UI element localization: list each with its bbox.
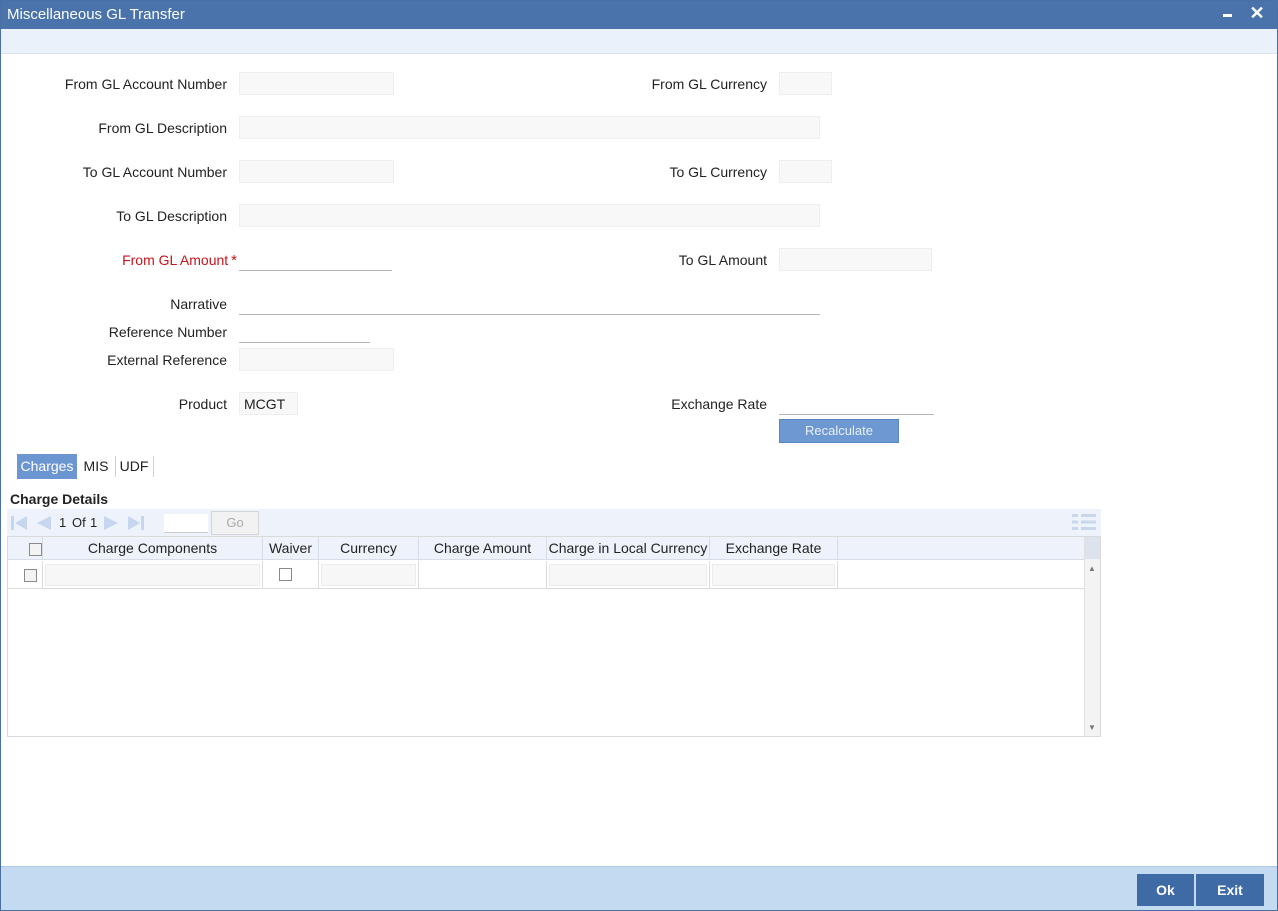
charge-amount-input[interactable] — [421, 564, 544, 586]
column-header[interactable]: Exchange Rate — [710, 537, 838, 560]
previous-page-icon[interactable] — [33, 513, 53, 533]
tab-udf[interactable]: UDF — [117, 454, 151, 479]
tab-charges[interactable]: Charges — [17, 454, 77, 479]
header-strip — [1, 29, 1277, 54]
grid-toolbar: 1 Of 1 Go — [7, 509, 1101, 536]
list-view-icon[interactable] — [1071, 512, 1097, 532]
window: Miscellaneous GL Transfer ✕ From GL Acco… — [0, 0, 1278, 911]
tab-mis[interactable]: MIS — [79, 454, 113, 479]
to-gl-description-label: To GL Description — [116, 208, 227, 224]
column-header[interactable]: Charge in Local Currency — [547, 537, 710, 560]
tab-divider — [153, 456, 154, 477]
external-reference-field[interactable] — [239, 348, 394, 371]
last-page-icon[interactable] — [126, 513, 146, 533]
grid-scrollbar[interactable]: ▲ ▼ — [1084, 537, 1100, 736]
currency-cell — [319, 561, 419, 589]
exchange-rate-input[interactable] — [779, 392, 934, 415]
from-gl-currency-field[interactable] — [779, 72, 832, 95]
to-gl-currency-label: To GL Currency — [669, 164, 767, 180]
window-title: Miscellaneous GL Transfer — [7, 6, 185, 23]
pager-total: 1 — [90, 515, 98, 530]
tab-divider — [115, 456, 116, 477]
currency-field[interactable] — [321, 564, 416, 586]
close-icon[interactable]: ✕ — [1247, 3, 1267, 23]
exit-button[interactable]: Exit — [1196, 874, 1264, 906]
narrative-label: Narrative — [170, 296, 227, 312]
reference-number-label: Reference Number — [108, 324, 227, 340]
page-number-input[interactable] — [164, 514, 208, 533]
column-header[interactable]: Currency — [319, 537, 419, 560]
from-gl-description-label: From GL Description — [98, 120, 227, 136]
product-label: Product — [178, 396, 227, 412]
to-gl-account-number-field[interactable] — [239, 160, 394, 183]
column-header[interactable]: Charge Amount — [419, 537, 547, 560]
narrative-input[interactable] — [239, 292, 820, 315]
table-row — [8, 561, 1084, 589]
external-reference-label: External Reference — [107, 352, 227, 368]
required-marker: * — [231, 252, 237, 269]
charge-local-currency-field[interactable] — [549, 564, 707, 586]
row-select-cell — [8, 561, 43, 589]
to-gl-amount-label: To GL Amount — [678, 252, 767, 268]
row-exchange-rate-field[interactable] — [712, 564, 835, 586]
minimize-icon[interactable] — [1217, 3, 1237, 23]
charge-component-cell — [43, 561, 263, 589]
from-gl-account-number-label: From GL Account Number — [64, 76, 227, 92]
next-page-icon[interactable] — [102, 513, 122, 533]
column-header[interactable]: Waiver — [263, 537, 319, 560]
reference-number-input[interactable] — [239, 320, 370, 343]
exchange-rate-label: Exchange Rate — [671, 396, 767, 412]
scroll-up-icon[interactable]: ▲ — [1088, 564, 1096, 573]
ok-button[interactable]: Ok — [1137, 874, 1194, 906]
to-gl-currency-field[interactable] — [779, 160, 832, 183]
charge-details-title: Charge Details — [10, 491, 109, 507]
select-all-checkbox[interactable] — [29, 543, 42, 556]
to-gl-amount-field[interactable] — [779, 248, 932, 271]
from-gl-description-field[interactable] — [239, 116, 820, 139]
from-gl-currency-label: From GL Currency — [651, 76, 767, 92]
from-gl-amount-label: From GL Amount * — [21, 252, 237, 269]
charge-local-currency-cell — [547, 561, 710, 589]
go-button[interactable]: Go — [211, 511, 259, 535]
pager-current: 1 — [59, 515, 67, 530]
product-field[interactable]: MCGT — [239, 392, 298, 415]
scrollbar-header-block — [1085, 537, 1100, 559]
footer-bar: Ok Exit — [1, 866, 1277, 910]
from-gl-amount-label-text: From GL Amount — [122, 252, 229, 268]
charges-grid: Charge Components Waiver Currency Charge… — [7, 536, 1101, 737]
pager-of-label: Of — [72, 515, 86, 530]
select-all-column — [8, 537, 43, 560]
grid-header: Charge Components Waiver Currency Charge… — [8, 537, 1084, 560]
charge-component-field[interactable] — [45, 564, 260, 586]
column-header[interactable]: Charge Components — [43, 537, 263, 560]
row-select-checkbox[interactable] — [24, 569, 37, 582]
exchange-rate-cell — [710, 561, 838, 589]
from-gl-account-number-field[interactable] — [239, 72, 394, 95]
from-gl-amount-input[interactable] — [239, 248, 392, 271]
charge-amount-cell — [419, 561, 547, 589]
scroll-down-icon[interactable]: ▼ — [1088, 723, 1096, 732]
to-gl-account-number-label: To GL Account Number — [82, 164, 227, 180]
waiver-checkbox[interactable] — [279, 568, 292, 581]
recalculate-button[interactable]: Recalculate — [779, 419, 899, 443]
to-gl-description-field[interactable] — [239, 204, 820, 227]
waiver-cell — [263, 561, 319, 589]
first-page-icon[interactable] — [9, 513, 29, 533]
title-bar: Miscellaneous GL Transfer ✕ — [1, 1, 1277, 29]
